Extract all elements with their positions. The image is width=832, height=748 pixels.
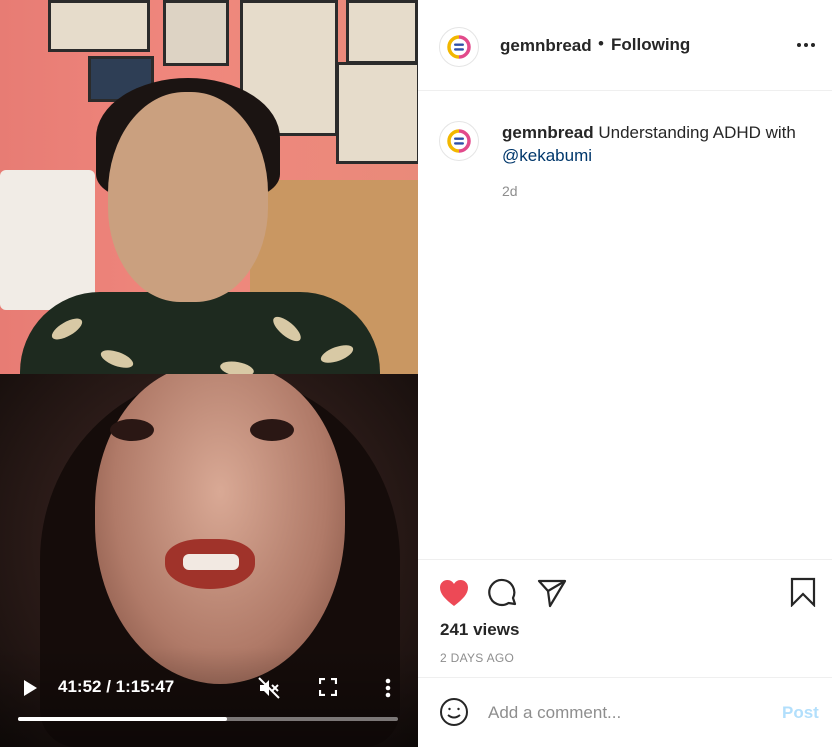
play-icon[interactable] [18, 676, 42, 700]
video-progress-bar[interactable] [18, 717, 398, 721]
comment-bar: Post [418, 677, 832, 748]
shirt [20, 292, 380, 374]
comment-bubble-icon[interactable] [487, 577, 519, 609]
paper-plane-icon[interactable] [536, 577, 568, 609]
header-username[interactable]: gemnbread [500, 36, 592, 56]
vertical-dots-icon[interactable] [378, 676, 398, 700]
eye [110, 419, 154, 441]
heart-filled-icon[interactable] [438, 578, 470, 608]
video-progress-fill [18, 717, 227, 721]
teeth [183, 554, 239, 570]
video-feed-host [0, 0, 418, 374]
host-face [108, 92, 268, 302]
post-panel: gemnbread • Following gemnbread Understa… [418, 0, 832, 747]
fullscreen-icon[interactable] [317, 676, 339, 698]
video-time: 41:52 / 1:15:47 [58, 677, 175, 696]
post-date: 2 DAYS AGO [440, 651, 515, 665]
view-count[interactable]: 241 views [440, 620, 519, 640]
gem-and-bread-logo[interactable] [439, 121, 479, 161]
caption-username[interactable]: gemnbread [502, 123, 594, 142]
muted-speaker-icon[interactable] [256, 675, 282, 701]
gem-and-bread-logo[interactable] [439, 27, 479, 67]
wall-frame [163, 0, 229, 66]
wall-frame [346, 0, 418, 64]
bookmark-icon[interactable] [789, 576, 817, 608]
caption-mention-link[interactable]: @kekabumi [502, 146, 592, 165]
video-controls [0, 647, 418, 747]
video-player[interactable] [0, 0, 418, 747]
eye [250, 419, 294, 441]
post-button[interactable]: Post [782, 703, 819, 723]
caption-timestamp: 2d [502, 183, 518, 199]
comment-input[interactable] [488, 700, 758, 726]
smiley-face-icon[interactable] [439, 697, 469, 727]
caption-text: Understanding ADHD with [598, 123, 796, 142]
post-actions: 241 views 2 DAYS AGO [418, 559, 832, 678]
post-header: gemnbread • Following [418, 0, 832, 91]
header-separator: • [598, 34, 604, 53]
pillow [0, 170, 95, 310]
post-caption: gemnbread Understanding ADHD with @kekab… [502, 121, 802, 167]
wall-frame [48, 0, 150, 52]
wall-frame [336, 62, 418, 164]
following-button[interactable]: Following [611, 35, 690, 55]
horizontal-dots-icon[interactable] [794, 36, 818, 54]
